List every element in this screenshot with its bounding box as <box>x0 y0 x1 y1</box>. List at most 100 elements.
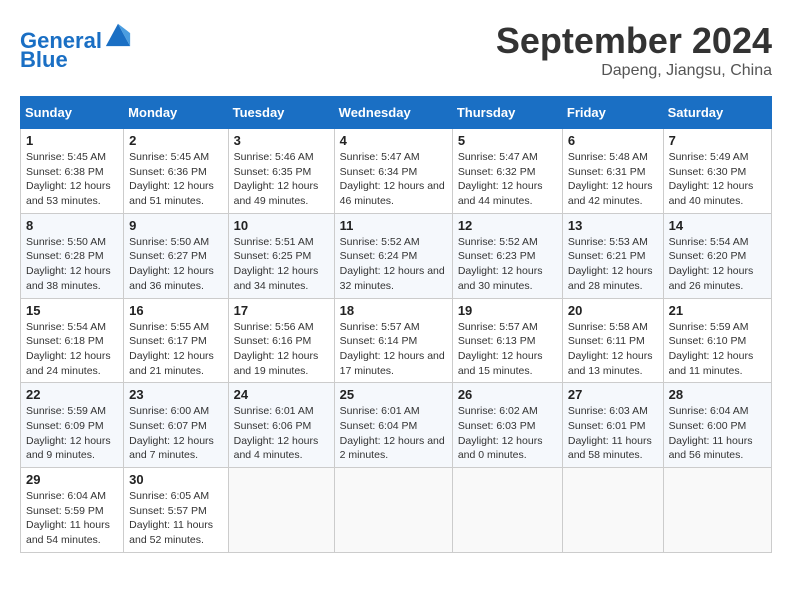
day-number: 24 <box>234 387 329 402</box>
calendar-cell: 8Sunrise: 5:50 AMSunset: 6:28 PMDaylight… <box>21 213 124 298</box>
calendar-cell <box>663 468 771 553</box>
day-number: 15 <box>26 303 118 318</box>
day-number: 17 <box>234 303 329 318</box>
calendar-cell: 14Sunrise: 5:54 AMSunset: 6:20 PMDayligh… <box>663 213 771 298</box>
day-number: 12 <box>458 218 557 233</box>
calendar-cell: 25 Sunrise: 6:01 AMSunset: 6:04 PMDayligh… <box>334 383 452 468</box>
day-number: 9 <box>129 218 222 233</box>
day-number: 29 <box>26 472 118 487</box>
day-number: 5 <box>458 133 557 148</box>
day-number: 16 <box>129 303 222 318</box>
day-info: Sunrise: 6:04 AMSunset: 5:59 PMDaylight:… <box>26 489 118 548</box>
calendar-cell: 4 Sunrise: 5:47 AMSunset: 6:34 PMDaylight… <box>334 129 452 214</box>
day-number: 23 <box>129 387 222 402</box>
calendar-cell: 24 Sunrise: 6:01 AMSunset: 6:06 PMDayligh… <box>228 383 334 468</box>
day-info: Sunrise: 5:57 AMSunset: 6:13 PMDaylight:… <box>458 320 557 379</box>
calendar-cell: 23 Sunrise: 6:00 AMSunset: 6:07 PMDayligh… <box>124 383 228 468</box>
weekday-header-monday: Monday <box>124 97 228 129</box>
calendar-cell <box>228 468 334 553</box>
calendar-cell: 30 Sunrise: 6:05 AMSunset: 5:57 PMDayligh… <box>124 468 228 553</box>
weekday-header-sunday: Sunday <box>21 97 124 129</box>
calendar-cell: 27Sunrise: 6:03 AMSunset: 6:01 PMDayligh… <box>562 383 663 468</box>
day-info: Sunrise: 5:50 AMSunset: 6:27 PMDaylight:… <box>129 235 222 294</box>
calendar-cell: 22 Sunrise: 5:59 AMSunset: 6:09 PMDayligh… <box>21 383 124 468</box>
calendar-cell: 5 Sunrise: 5:47 AMSunset: 6:32 PMDaylight… <box>452 129 562 214</box>
day-info: Sunrise: 6:04 AMSunset: 6:00 PMDaylight:… <box>669 404 766 463</box>
weekday-header-friday: Friday <box>562 97 663 129</box>
day-number: 28 <box>669 387 766 402</box>
day-info: Sunrise: 5:50 AMSunset: 6:28 PMDaylight:… <box>26 235 118 294</box>
day-info: Sunrise: 5:46 AMSunset: 6:35 PMDaylight:… <box>234 150 329 209</box>
calendar-body: 1 Sunrise: 5:45 AMSunset: 6:38 PMDaylight… <box>21 129 772 553</box>
day-number: 10 <box>234 218 329 233</box>
day-info: Sunrise: 5:47 AMSunset: 6:32 PMDaylight:… <box>458 150 557 209</box>
calendar-cell: 9 Sunrise: 5:50 AMSunset: 6:27 PMDaylight… <box>124 213 228 298</box>
day-info: Sunrise: 5:54 AMSunset: 6:20 PMDaylight:… <box>669 235 766 294</box>
calendar-cell: 10 Sunrise: 5:51 AMSunset: 6:25 PMDayligh… <box>228 213 334 298</box>
calendar-cell: 7 Sunrise: 5:49 AMSunset: 6:30 PMDaylight… <box>663 129 771 214</box>
calendar-cell: 2Sunrise: 5:45 AMSunset: 6:36 PMDaylight… <box>124 129 228 214</box>
day-number: 20 <box>568 303 658 318</box>
day-number: 4 <box>340 133 447 148</box>
title-area: September 2024 Dapeng, Jiangsu, China <box>496 20 772 80</box>
weekday-header-saturday: Saturday <box>663 97 771 129</box>
day-info: Sunrise: 6:02 AMSunset: 6:03 PMDaylight:… <box>458 404 557 463</box>
calendar-cell: 15 Sunrise: 5:54 AMSunset: 6:18 PMDayligh… <box>21 298 124 383</box>
day-info: Sunrise: 5:47 AMSunset: 6:34 PMDaylight:… <box>340 150 447 209</box>
day-info: Sunrise: 5:56 AMSunset: 6:16 PMDaylight:… <box>234 320 329 379</box>
day-number: 3 <box>234 133 329 148</box>
day-number: 11 <box>340 218 447 233</box>
calendar-cell: 12 Sunrise: 5:52 AMSunset: 6:23 PMDayligh… <box>452 213 562 298</box>
calendar-cell: 19 Sunrise: 5:57 AMSunset: 6:13 PMDayligh… <box>452 298 562 383</box>
day-info: Sunrise: 5:48 AMSunset: 6:31 PMDaylight:… <box>568 150 658 209</box>
day-number: 27 <box>568 387 658 402</box>
calendar-cell: 1 Sunrise: 5:45 AMSunset: 6:38 PMDaylight… <box>21 129 124 214</box>
calendar-cell: 13 Sunrise: 5:53 AMSunset: 6:21 PMDayligh… <box>562 213 663 298</box>
day-number: 30 <box>129 472 222 487</box>
day-info: Sunrise: 6:00 AMSunset: 6:07 PMDaylight:… <box>129 404 222 463</box>
day-number: 6 <box>568 133 658 148</box>
calendar-cell: 26 Sunrise: 6:02 AMSunset: 6:03 PMDayligh… <box>452 383 562 468</box>
day-info: Sunrise: 5:59 AMSunset: 6:10 PMDaylight:… <box>669 320 766 379</box>
calendar-cell: 3 Sunrise: 5:46 AMSunset: 6:35 PMDaylight… <box>228 129 334 214</box>
calendar-cell: 29 Sunrise: 6:04 AMSunset: 5:59 PMDayligh… <box>21 468 124 553</box>
calendar-header-row: SundayMondayTuesdayWednesdayThursdayFrid… <box>21 97 772 129</box>
logo: General Blue <box>20 20 132 73</box>
day-info: Sunrise: 6:01 AMSunset: 6:04 PMDaylight:… <box>340 404 447 463</box>
day-info: Sunrise: 5:59 AMSunset: 6:09 PMDaylight:… <box>26 404 118 463</box>
day-number: 7 <box>669 133 766 148</box>
day-info: Sunrise: 5:54 AMSunset: 6:18 PMDaylight:… <box>26 320 118 379</box>
calendar-cell: 28 Sunrise: 6:04 AMSunset: 6:00 PMDayligh… <box>663 383 771 468</box>
calendar-cell: 20Sunrise: 5:58 AMSunset: 6:11 PMDayligh… <box>562 298 663 383</box>
calendar-cell: 11 Sunrise: 5:52 AMSunset: 6:24 PMDayligh… <box>334 213 452 298</box>
day-info: Sunrise: 6:01 AMSunset: 6:06 PMDaylight:… <box>234 404 329 463</box>
weekday-header-wednesday: Wednesday <box>334 97 452 129</box>
day-number: 22 <box>26 387 118 402</box>
calendar-cell: 16 Sunrise: 5:55 AMSunset: 6:17 PMDayligh… <box>124 298 228 383</box>
day-info: Sunrise: 5:53 AMSunset: 6:21 PMDaylight:… <box>568 235 658 294</box>
weekday-header-thursday: Thursday <box>452 97 562 129</box>
day-info: Sunrise: 5:51 AMSunset: 6:25 PMDaylight:… <box>234 235 329 294</box>
calendar-week-row: 29 Sunrise: 6:04 AMSunset: 5:59 PMDayligh… <box>21 468 772 553</box>
day-number: 25 <box>340 387 447 402</box>
calendar-cell: 18Sunrise: 5:57 AMSunset: 6:14 PMDayligh… <box>334 298 452 383</box>
calendar-table: SundayMondayTuesdayWednesdayThursdayFrid… <box>20 96 772 553</box>
day-number: 19 <box>458 303 557 318</box>
day-number: 2 <box>129 133 222 148</box>
day-info: Sunrise: 5:45 AMSunset: 6:38 PMDaylight:… <box>26 150 118 209</box>
day-number: 1 <box>26 133 118 148</box>
calendar-week-row: 15 Sunrise: 5:54 AMSunset: 6:18 PMDayligh… <box>21 298 772 383</box>
day-info: Sunrise: 5:52 AMSunset: 6:24 PMDaylight:… <box>340 235 447 294</box>
day-info: Sunrise: 5:52 AMSunset: 6:23 PMDaylight:… <box>458 235 557 294</box>
day-number: 13 <box>568 218 658 233</box>
day-number: 26 <box>458 387 557 402</box>
calendar-week-row: 22 Sunrise: 5:59 AMSunset: 6:09 PMDayligh… <box>21 383 772 468</box>
day-info: Sunrise: 6:05 AMSunset: 5:57 PMDaylight:… <box>129 489 222 548</box>
calendar-cell: 17 Sunrise: 5:56 AMSunset: 6:16 PMDayligh… <box>228 298 334 383</box>
day-info: Sunrise: 5:55 AMSunset: 6:17 PMDaylight:… <box>129 320 222 379</box>
page-header: General Blue September 2024 Dapeng, Jian… <box>20 20 772 80</box>
calendar-cell: 6 Sunrise: 5:48 AMSunset: 6:31 PMDaylight… <box>562 129 663 214</box>
day-number: 21 <box>669 303 766 318</box>
day-info: Sunrise: 5:49 AMSunset: 6:30 PMDaylight:… <box>669 150 766 209</box>
calendar-cell <box>562 468 663 553</box>
